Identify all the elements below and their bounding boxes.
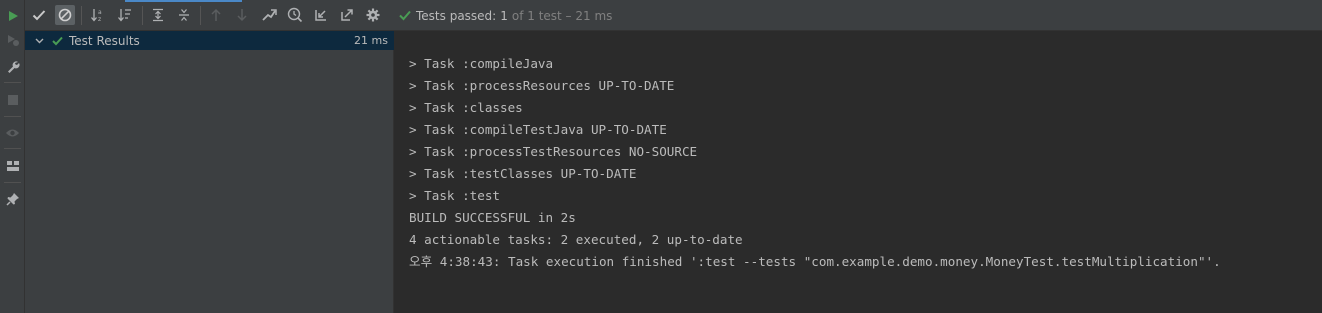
pin-icon[interactable] [3,189,22,208]
status-label: Tests passed: [416,8,497,23]
status-count: 1 [500,8,508,23]
expand-all-icon[interactable] [148,5,168,25]
console-line: > Task :test [409,188,500,203]
show-ignored-icon[interactable] [55,5,75,25]
sort-duration-icon[interactable] [115,5,135,25]
test-runner-toolbar: az [25,0,1322,31]
console-line: > Task :processResources UP-TO-DATE [409,78,675,93]
console-line: 오후 4:38:43: Task execution finished ':te… [409,254,1221,269]
tree-root-time: 21 ms [354,34,388,47]
active-tab-indicator [125,0,242,2]
svg-text:z: z [98,16,101,23]
chevron-down-icon[interactable] [29,38,49,44]
sort-alpha-icon[interactable]: az [88,5,108,25]
console-line: > Task :testClasses UP-TO-DATE [409,166,637,181]
eye-icon[interactable] [3,123,22,142]
left-toolbar [0,0,25,313]
wrench-icon[interactable] [3,57,22,76]
open-external-icon[interactable] [337,5,357,25]
test-status: Tests passed: 1 of 1 test – 21 ms [399,0,612,31]
console-line: BUILD SUCCESSFUL in 2s [409,210,576,225]
show-passed-icon[interactable] [29,5,49,25]
previous-icon[interactable] [206,5,226,25]
console-line: > Task :processTestResources NO-SOURCE [409,144,698,159]
run-icon[interactable] [3,6,22,25]
console-line: 4 actionable tasks: 2 executed, 2 up-to-… [409,232,743,247]
import-tests-icon[interactable] [259,5,279,25]
passed-check-icon [49,36,65,46]
export-icon[interactable] [311,5,331,25]
passed-check-icon [399,10,411,21]
console-line: > Task :compileJava [409,56,554,71]
console-line: > Task :compileTestJava UP-TO-DATE [409,122,667,137]
stop-icon[interactable] [3,90,22,109]
console-line: > Task :classes [409,100,523,115]
next-icon[interactable] [232,5,252,25]
tree-root-label: Test Results [69,33,140,48]
rerun-failed-icon[interactable] [3,30,22,49]
svg-text:a: a [98,9,102,16]
collapse-all-icon[interactable] [174,5,194,25]
history-icon[interactable] [285,5,305,25]
gear-icon[interactable] [363,5,383,25]
status-detail: of 1 test – 21 ms [511,8,613,23]
tree-root-row[interactable]: Test Results 21 ms [25,31,394,50]
layout-icon[interactable] [3,156,22,175]
test-tree: Test Results 21 ms [25,31,394,313]
console-output[interactable]: > Task :compileJava > Task :processResou… [395,31,1322,313]
